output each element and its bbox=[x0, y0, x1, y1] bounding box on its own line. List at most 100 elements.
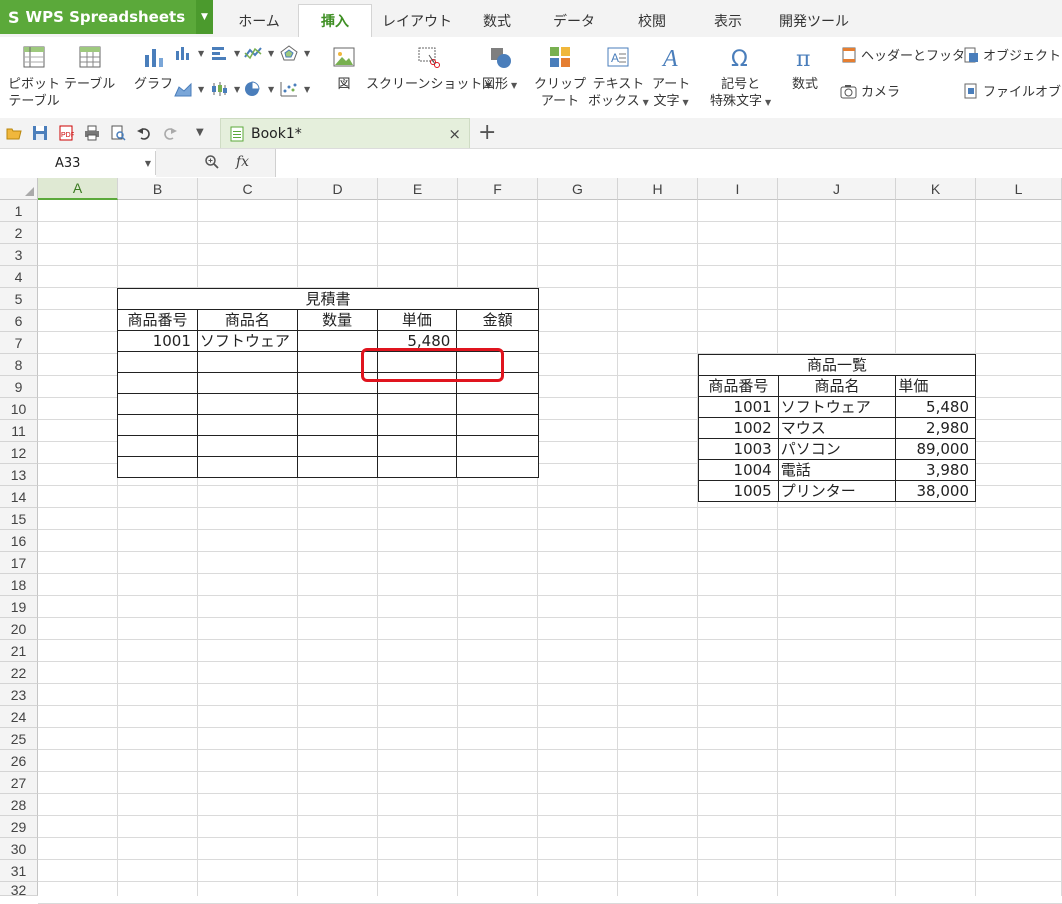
estimate-header-cell[interactable]: 商品番号 bbox=[117, 309, 198, 331]
new-tab-icon[interactable]: + bbox=[478, 120, 496, 145]
customize-toolbar-icon[interactable]: ▼ bbox=[196, 127, 212, 143]
product-list-title[interactable]: 商品一覧 bbox=[698, 354, 976, 376]
estimate-cell[interactable] bbox=[196, 393, 298, 415]
header-footer-button[interactable]: ヘッダーとフッター bbox=[840, 45, 978, 64]
product-list-cell[interactable]: 電話 bbox=[777, 459, 897, 481]
estimate-cell[interactable] bbox=[196, 435, 298, 457]
product-list-cell[interactable]: 38,000 bbox=[895, 480, 976, 502]
estimate-header-cell[interactable]: 数量 bbox=[296, 309, 378, 331]
row-header[interactable]: 20 bbox=[0, 618, 38, 640]
object-button[interactable]: オブジェクト bbox=[962, 45, 1061, 64]
export-pdf-icon[interactable]: PDF bbox=[58, 125, 74, 141]
product-list-header-cell[interactable]: 商品名 bbox=[777, 375, 897, 397]
estimate-cell[interactable] bbox=[456, 393, 539, 415]
row-header[interactable]: 16 bbox=[0, 530, 38, 552]
estimate-header-cell[interactable]: 金額 bbox=[456, 309, 539, 331]
product-list-cell[interactable]: 1002 bbox=[698, 417, 779, 439]
radar-chart-dropdown[interactable]: ▼ bbox=[280, 45, 310, 61]
cell-area[interactable]: 見積書 商品番号 商品名 数量 単価 金額 1001 ソフトウェア 5,480 商品… bbox=[38, 200, 1062, 904]
select-all-corner[interactable] bbox=[0, 178, 38, 200]
row-header[interactable]: 11 bbox=[0, 420, 38, 442]
app-menu-button[interactable]: S WPS Spreadsheets bbox=[0, 0, 196, 34]
scatter-chart-dropdown[interactable]: ▼ bbox=[280, 81, 310, 97]
estimate-title[interactable]: 見積書 bbox=[117, 288, 539, 310]
screenshot-button[interactable]: スクリーンショット ▼ bbox=[366, 45, 492, 94]
line-chart-dropdown[interactable]: ▼ bbox=[244, 45, 274, 61]
close-tab-icon[interactable]: × bbox=[448, 125, 461, 143]
estimate-cell[interactable] bbox=[456, 414, 539, 436]
row-header[interactable]: 9 bbox=[0, 376, 38, 398]
product-list-cell[interactable]: 3,980 bbox=[895, 459, 976, 481]
estimate-cell[interactable]: ソフトウェア bbox=[196, 330, 298, 352]
product-list-cell[interactable]: 1005 bbox=[698, 480, 779, 502]
column-header-g[interactable]: G bbox=[538, 178, 618, 200]
column-header-c[interactable]: C bbox=[198, 178, 298, 200]
estimate-header-cell[interactable]: 単価 bbox=[376, 309, 458, 331]
column-header-h[interactable]: H bbox=[618, 178, 698, 200]
product-list-header-cell[interactable]: 単価 bbox=[895, 375, 976, 397]
row-header[interactable]: 5 bbox=[0, 288, 38, 310]
row-header[interactable]: 10 bbox=[0, 398, 38, 420]
redo-icon[interactable] bbox=[162, 125, 178, 141]
row-header[interactable]: 18 bbox=[0, 574, 38, 596]
row-header[interactable]: 32 bbox=[0, 882, 38, 896]
save-icon[interactable] bbox=[32, 125, 48, 141]
column-header-i[interactable]: I bbox=[698, 178, 778, 200]
row-header[interactable]: 7 bbox=[0, 332, 38, 354]
row-header[interactable]: 24 bbox=[0, 706, 38, 728]
product-list-cell[interactable]: 1004 bbox=[698, 459, 779, 481]
pie-chart-dropdown[interactable]: ▼ bbox=[244, 81, 274, 97]
formula-input[interactable] bbox=[275, 149, 1062, 177]
tab-formulas[interactable]: 数式 bbox=[462, 4, 532, 37]
tab-review[interactable]: 校閲 bbox=[616, 4, 688, 37]
fx-icon[interactable]: fx bbox=[236, 154, 249, 170]
row-header[interactable]: 23 bbox=[0, 684, 38, 706]
pivot-table-button[interactable]: ピボット テーブル bbox=[8, 45, 60, 110]
zoom-icon[interactable] bbox=[204, 154, 220, 170]
estimate-cell[interactable] bbox=[117, 414, 198, 436]
estimate-cell[interactable] bbox=[296, 414, 378, 436]
estimate-cell[interactable] bbox=[376, 456, 458, 478]
print-preview-icon[interactable] bbox=[110, 125, 126, 141]
estimate-cell[interactable] bbox=[196, 351, 298, 373]
row-header[interactable]: 8 bbox=[0, 354, 38, 376]
tab-home[interactable]: ホーム bbox=[220, 4, 298, 37]
estimate-cell[interactable] bbox=[117, 372, 198, 394]
row-header[interactable]: 13 bbox=[0, 464, 38, 486]
bar-chart-dropdown[interactable]: ▼ bbox=[210, 45, 240, 61]
estimate-cell[interactable] bbox=[117, 456, 198, 478]
file-object-button[interactable]: ファイルオブジ bbox=[962, 81, 1062, 100]
column-header-k[interactable]: K bbox=[896, 178, 976, 200]
area-chart-dropdown[interactable]: ▼ bbox=[174, 81, 204, 97]
product-list-cell[interactable]: マウス bbox=[777, 417, 897, 439]
row-header[interactable]: 29 bbox=[0, 816, 38, 838]
tab-view[interactable]: 表示 bbox=[688, 4, 768, 37]
name-box-dropdown-icon[interactable]: ▼ bbox=[145, 159, 151, 168]
row-header[interactable]: 1 bbox=[0, 200, 38, 222]
row-header[interactable]: 4 bbox=[0, 266, 38, 288]
product-list-cell[interactable]: 1003 bbox=[698, 438, 779, 460]
estimate-cell[interactable] bbox=[376, 414, 458, 436]
column-header-d[interactable]: D bbox=[298, 178, 378, 200]
row-header[interactable]: 22 bbox=[0, 662, 38, 684]
tab-data[interactable]: データ bbox=[532, 4, 616, 37]
product-list-cell[interactable]: 1001 bbox=[698, 396, 779, 418]
estimate-cell[interactable] bbox=[196, 372, 298, 394]
column-header-a[interactable]: A bbox=[38, 178, 118, 200]
product-list-header-cell[interactable]: 商品番号 bbox=[698, 375, 779, 397]
column-header-f[interactable]: F bbox=[458, 178, 538, 200]
chart-button[interactable]: グラフ bbox=[134, 45, 173, 93]
tab-layout[interactable]: レイアウト bbox=[372, 4, 462, 37]
estimate-cell[interactable] bbox=[456, 456, 539, 478]
column-header-l[interactable]: L bbox=[976, 178, 1062, 200]
row-header[interactable]: 27 bbox=[0, 772, 38, 794]
row-header[interactable]: 17 bbox=[0, 552, 38, 574]
estimate-cell[interactable] bbox=[117, 435, 198, 457]
art-text-button[interactable]: A アート 文字 ▼ bbox=[652, 45, 690, 111]
product-list-cell[interactable]: ソフトウェア bbox=[777, 396, 897, 418]
product-list-cell[interactable]: 5,480 bbox=[895, 396, 976, 418]
column-header-j[interactable]: J bbox=[778, 178, 896, 200]
row-header[interactable]: 31 bbox=[0, 860, 38, 882]
column-chart-dropdown[interactable]: ▼ bbox=[174, 45, 204, 61]
product-list-cell[interactable]: パソコン bbox=[777, 438, 897, 460]
